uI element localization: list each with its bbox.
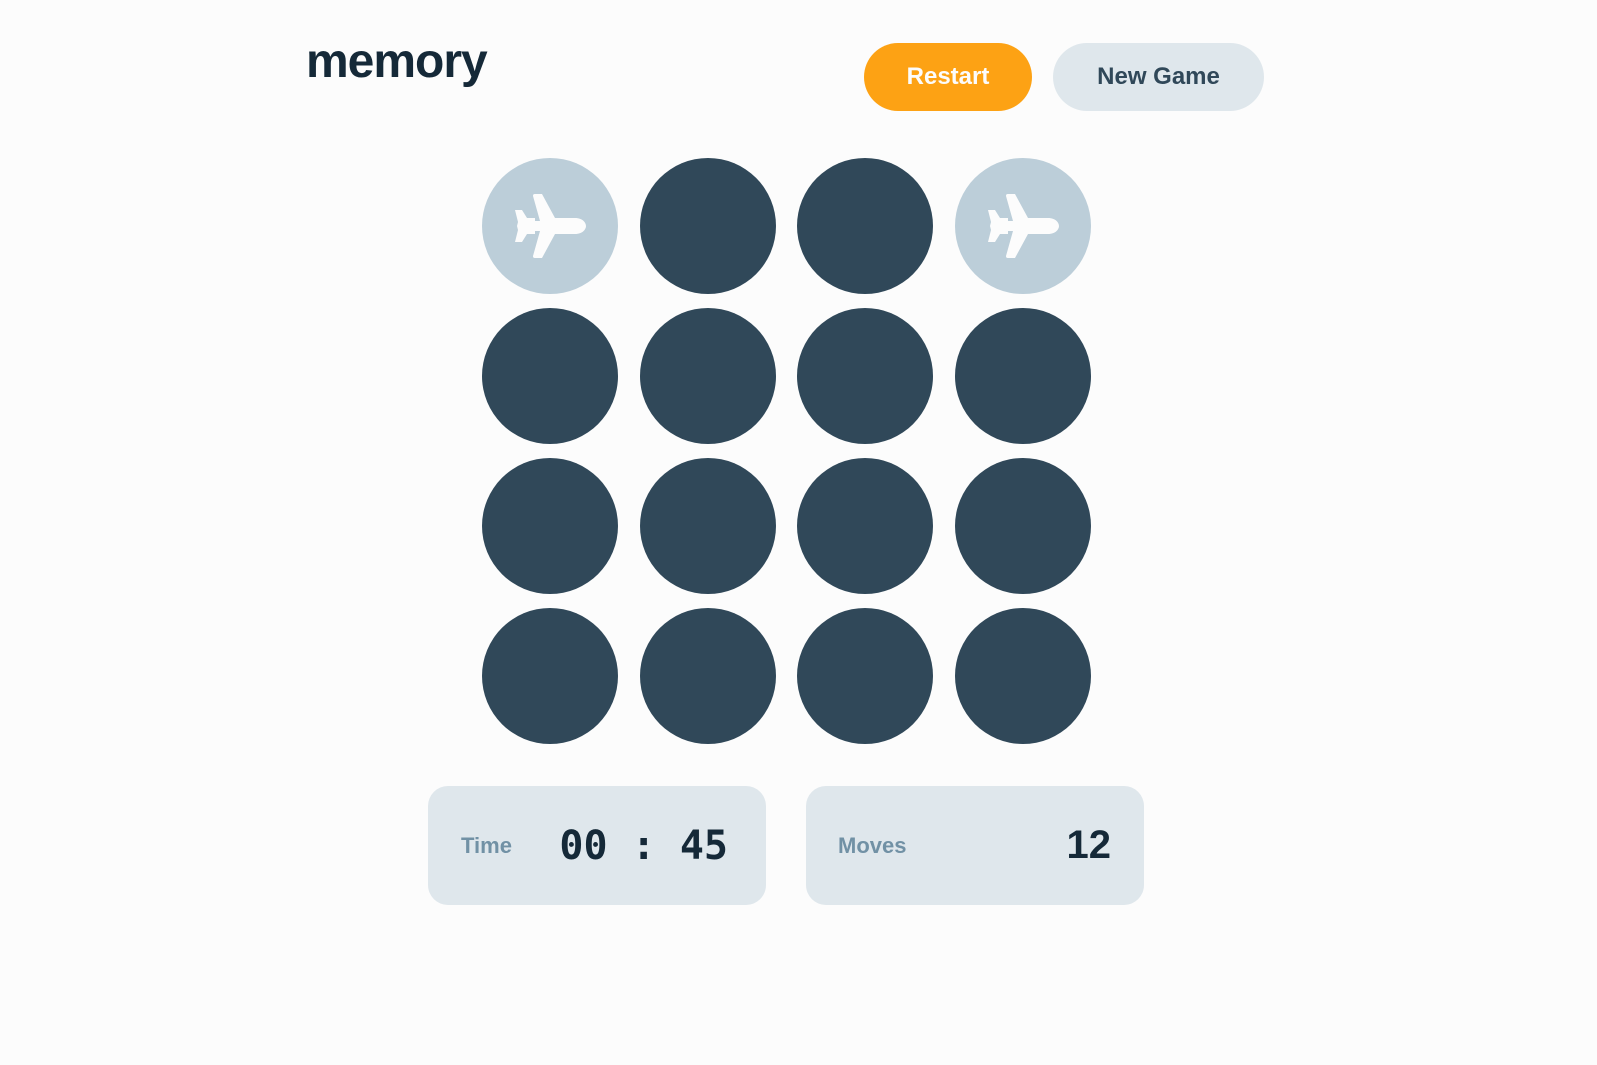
time-value: 00 : 45: [559, 822, 728, 869]
tile-hidden[interactable]: [640, 608, 776, 744]
tile-hidden[interactable]: [482, 458, 618, 594]
tile-hidden[interactable]: [482, 308, 618, 444]
time-label: Time: [461, 832, 512, 858]
moves-label: Moves: [838, 832, 907, 858]
tile-hidden[interactable]: [640, 458, 776, 594]
plane-icon: [986, 194, 1060, 258]
tile-hidden[interactable]: [482, 608, 618, 744]
moves-value: 12: [1066, 823, 1112, 867]
tile-hidden[interactable]: [955, 458, 1091, 594]
new-game-button[interactable]: New Game: [1053, 43, 1264, 111]
game-board: [482, 158, 1091, 744]
tile-hidden[interactable]: [955, 308, 1091, 444]
tile-hidden[interactable]: [797, 308, 933, 444]
plane-icon: [513, 194, 587, 258]
time-panel: Time 00 : 45: [428, 786, 766, 905]
tile-hidden[interactable]: [797, 458, 933, 594]
tile-hidden[interactable]: [797, 158, 933, 294]
tile-hidden[interactable]: [797, 608, 933, 744]
game-logo: memory: [306, 35, 488, 88]
restart-button[interactable]: Restart: [864, 43, 1032, 111]
tile-hidden[interactable]: [955, 608, 1091, 744]
tile-open: [955, 158, 1091, 294]
tile-hidden[interactable]: [640, 308, 776, 444]
moves-panel: Moves 12: [806, 786, 1144, 905]
tile-hidden[interactable]: [640, 158, 776, 294]
tile-open: [482, 158, 618, 294]
